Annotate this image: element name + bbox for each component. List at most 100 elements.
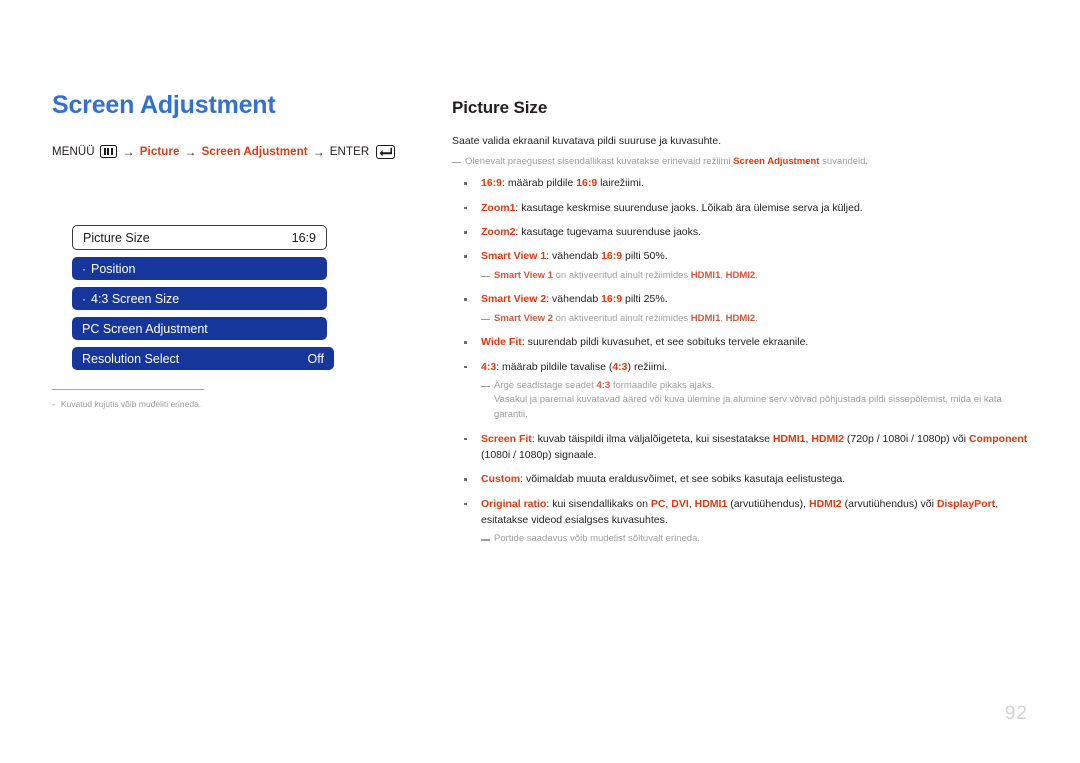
option-pre: suurendab pildi kuvasuhet, et see sobitu… (527, 336, 809, 349)
option-subnote-wrap: Ärge seadistage seadet 4:3 formaadile pi… (481, 379, 1032, 423)
osd-row-picture-size[interactable]: Picture Size 16:9 (72, 225, 327, 250)
menu-path-enter-label: ENTER (329, 145, 370, 158)
option-post: pilti 50%. (622, 250, 668, 263)
intro-subnote-post: suvandeid. (819, 155, 869, 167)
osd-row-position[interactable]: · Position (72, 257, 327, 280)
option-post: pilti 25%. (622, 293, 668, 306)
subnote-end: . (755, 269, 758, 281)
menu-key-icon (99, 145, 117, 158)
osd-menu-mock: Picture Size 16:9 · Position · 4:3 Screen … (72, 225, 334, 377)
option-pre: vähendab (552, 250, 602, 263)
subnote-continuation: Vasakul ja paremal kuvatavad ääred või k… (494, 394, 1002, 421)
option-term-a: HDMI1 (772, 432, 806, 445)
osd-label: PC Screen Adjustment (82, 321, 208, 336)
intro-subnote-term: Screen Adjustment (733, 155, 820, 167)
osd-label: · Position (82, 262, 135, 276)
option-term: Zoom1 (481, 201, 516, 214)
subnote-mid: on aktiveeritud ainult režiimides (552, 312, 691, 324)
picture-size-option-list: 16:9: määrab pildile 16:9 lairežiimi. Zo… (452, 175, 1032, 547)
intro-subnote: Olenevalt praegusest sisendallikast kuva… (452, 155, 1032, 170)
intro-subnote-pre: Olenevalt praegusest sisendallikast kuva… (465, 155, 734, 167)
option-term-d: HDMI2 (809, 497, 842, 510)
subnote-term-b: HDMI2 (725, 269, 756, 281)
option-pre: kasutage tugevama suurenduse jaoks. (521, 226, 702, 238)
osd-value: 16:9 (291, 230, 316, 245)
menu-path-item-picture[interactable]: Picture (140, 146, 180, 158)
subnote-term-a: HDMI1 (690, 312, 721, 324)
subnote-term-b: HDMI2 (725, 312, 756, 324)
osd-label: Picture Size (83, 230, 150, 245)
osd-row-pc-screen-adjustment[interactable]: PC Screen Adjustment (72, 317, 327, 340)
option-post: lairežiimi. (597, 177, 644, 190)
subnote-pre: Ärge seadistage seadet (494, 379, 597, 391)
option-term: Smart View 1 (481, 250, 547, 263)
option-term2: 4:3 (612, 360, 628, 373)
option-term: 4:3 (481, 360, 497, 373)
list-item: Wide Fit: suurendab pildi kuvasuhet, et … (452, 334, 1032, 350)
bullet-dot-icon (464, 478, 467, 481)
bullet-dot-icon (464, 298, 467, 301)
option-pre: kui sisendallikaks on (552, 497, 651, 510)
option-term: Smart View 2 (481, 293, 547, 306)
option-term-b: HDMI2 (811, 432, 845, 445)
list-item: Zoom2: kasutage tugevama suurenduse jaok… (452, 224, 1032, 240)
page-title: Screen Adjustment (52, 91, 276, 119)
option-pre: kasutage keskmise suurenduse jaoks. Lõik… (521, 201, 863, 214)
list-item: Zoom1: kasutage keskmise suurenduse jaok… (452, 200, 1032, 216)
option-subnote: Portide saadavus võib mudelist sõltuvalt… (481, 532, 1032, 547)
option-subnote-wrap: Portide saadavus võib mudelist sõltuvalt… (481, 532, 1032, 547)
option-pre: määrab pildile (507, 177, 577, 190)
option-subnote: Ärge seadistage seadet 4:3 formaadile pi… (481, 379, 1032, 423)
option-subnote-wrap: Smart View 1 on aktiveeritud ainult reži… (481, 269, 1032, 284)
left-column: Screen Adjustment MENÜÜ → Picture → Scre… (52, 91, 402, 409)
option-term2: 16:9 (576, 177, 598, 190)
option-term-a: PC (650, 497, 666, 510)
arrow-icon-3: → (312, 144, 325, 159)
osd-value: Off (307, 351, 324, 366)
menu-path-breadcrumb: MENÜÜ → Picture → Screen Adjustment → EN… (52, 144, 402, 159)
option-term: Screen Fit (481, 432, 532, 445)
option-term: 16:9 (481, 177, 503, 190)
subnote-end: . (755, 312, 758, 324)
list-item: Smart View 1: vähendab 16:9 pilti 50%. S… (452, 248, 1032, 283)
option-term-c: HDMI1 (694, 497, 728, 510)
arrow-icon-2: → (184, 144, 197, 159)
section-title: Picture Size (452, 98, 548, 117)
osd-label: · 4:3 Screen Size (82, 292, 179, 306)
page-number: 92 (1004, 703, 1028, 724)
bullet-dot-icon: · (82, 291, 86, 306)
subnote-post: formaadile pikaks ajaks. (610, 379, 715, 391)
subnote-term-a: HDMI1 (690, 269, 721, 281)
list-item: Screen Fit: kuvab täispildi ilma väljalõ… (452, 431, 1032, 464)
bullet-dot-icon (464, 255, 467, 258)
left-footnote-text: Kuvatud kujutis võib mudeliti erineda. (60, 399, 202, 409)
bullet-dot-icon (464, 231, 467, 234)
list-item: Custom: võimaldab muuta eraldusvõimet, e… (452, 471, 1032, 487)
osd-row-4-3-screen-size[interactable]: · 4:3 Screen Size (72, 287, 327, 310)
arrow-icon-1: → (122, 144, 135, 159)
bullet-dot-icon (464, 182, 467, 185)
osd-label-text: 4:3 Screen Size (91, 291, 180, 306)
bullet-dot-icon: · (82, 261, 86, 276)
bullet-dot-icon (464, 206, 467, 210)
option-term-e: DisplayPort (936, 497, 996, 510)
bullet-dot-icon (464, 341, 467, 344)
option-mid: (720p / 1080i / 1080p) või (844, 432, 969, 445)
menu-path-item-screen-adjustment[interactable]: Screen Adjustment (202, 146, 308, 158)
list-item: 16:9: määrab pildile 16:9 lairežiimi. (452, 175, 1032, 191)
option-term: Wide Fit (481, 336, 522, 349)
option-term-c: Component (968, 432, 1028, 445)
option-pre: võimaldab muuta eraldusvõimet, et see so… (525, 473, 846, 486)
option-mid: (arvutiühendus), (727, 497, 810, 510)
option-pre: vähendab (552, 293, 602, 306)
option-term: Zoom2 (481, 226, 516, 238)
option-pre: kuvab täispildi ilma väljalõigeteta, kui… (537, 432, 773, 445)
option-mid2: (arvutiühendus) või (841, 497, 937, 510)
left-footnote-text-row: - Kuvatud kujutis võib mudeliti erineda. (52, 399, 242, 410)
osd-row-resolution-select[interactable]: Resolution Select Off (72, 347, 334, 370)
intro-paragraph: Saate valida ekraanil kuvatava pildi suu… (452, 135, 722, 147)
enter-key-icon (376, 144, 396, 159)
osd-label-text: Position (91, 261, 136, 276)
subnote-term: Smart View 2 (494, 312, 553, 324)
option-term: Original ratio (481, 497, 547, 510)
